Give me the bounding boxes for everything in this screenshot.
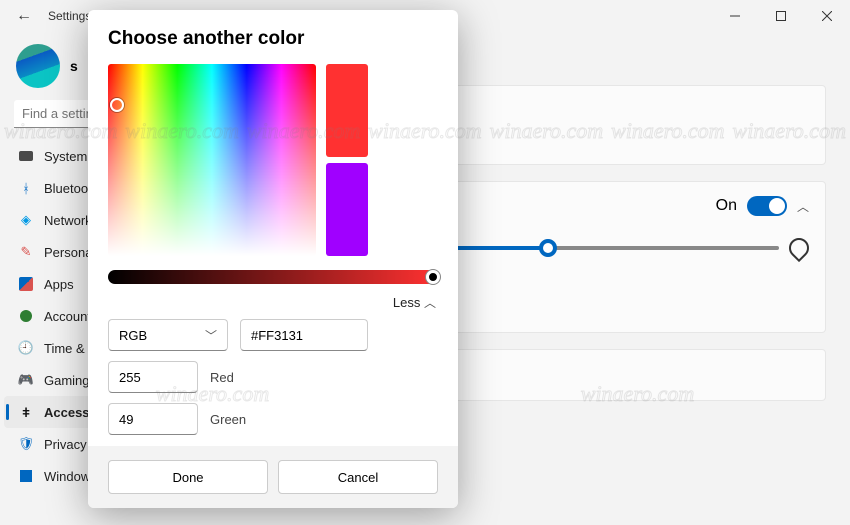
value-thumb[interactable]: [426, 270, 440, 284]
indicator-toggle[interactable]: [747, 196, 787, 216]
profile-name: s: [70, 58, 78, 74]
system-icon: [18, 148, 34, 164]
wifi-icon: ◈: [18, 212, 34, 228]
modal-title: Choose another color: [108, 28, 438, 50]
green-input[interactable]: [108, 403, 198, 435]
slider-thumb[interactable]: [539, 239, 557, 257]
current-color-preview: [326, 64, 368, 157]
green-label: Green: [210, 412, 246, 427]
red-input[interactable]: [108, 361, 198, 393]
hex-input[interactable]: [240, 319, 368, 351]
size-large-icon: [785, 234, 813, 262]
clock-icon: 🕘: [18, 340, 34, 356]
less-toggle[interactable]: Less ︿: [108, 292, 438, 319]
gamepad-icon: 🎮: [18, 372, 34, 388]
color-picker-modal: Choose another color Less ︿ RGB ﹀ Red: [88, 10, 458, 508]
gradient-cursor[interactable]: [110, 98, 124, 112]
cancel-button[interactable]: Cancel: [278, 460, 438, 494]
shield-icon: 🛡: [18, 436, 34, 452]
brush-icon: ✎: [18, 244, 34, 260]
window-controls: [712, 0, 850, 32]
accessibility-icon: ǂ: [18, 404, 34, 420]
back-button[interactable]: ←: [12, 7, 36, 25]
done-button[interactable]: Done: [108, 460, 268, 494]
update-icon: [18, 468, 34, 484]
color-mode-select[interactable]: RGB ﹀: [108, 319, 228, 351]
red-label: Red: [210, 370, 234, 385]
previous-color-preview: [326, 163, 368, 256]
minimize-button[interactable]: [712, 0, 758, 32]
chevron-down-icon: ﹀: [205, 327, 217, 344]
bluetooth-icon: ᚼ: [18, 180, 34, 196]
chevron-up-icon: ︿: [424, 296, 436, 310]
maximize-button[interactable]: [758, 0, 804, 32]
avatar: [16, 44, 60, 88]
apps-icon: [18, 276, 34, 292]
chevron-up-icon[interactable]: ︿: [797, 198, 809, 215]
toggle-label: On: [716, 197, 737, 215]
color-gradient[interactable]: [108, 64, 316, 256]
app-title: Settings: [48, 9, 91, 23]
account-icon: [18, 308, 34, 324]
value-slider[interactable]: [108, 270, 438, 284]
close-button[interactable]: [804, 0, 850, 32]
